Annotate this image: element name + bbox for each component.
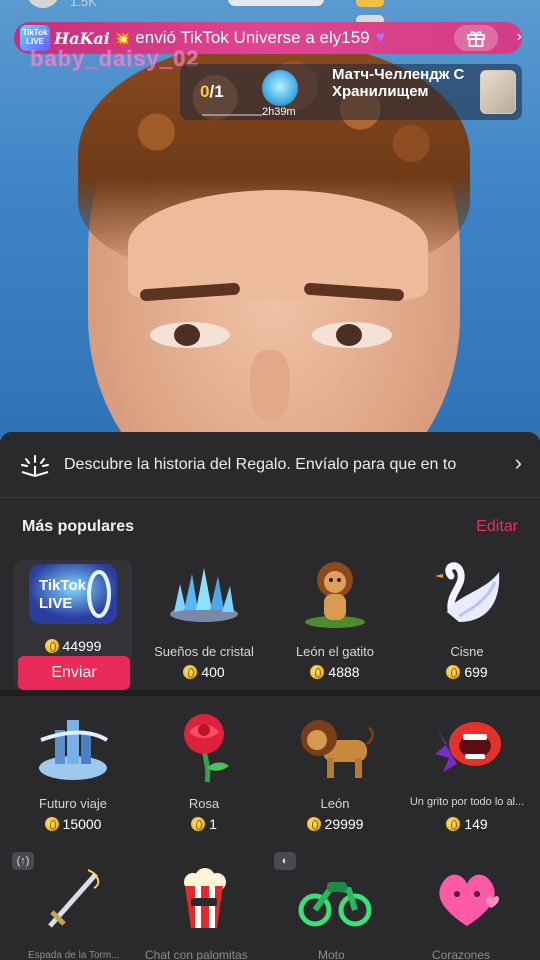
coin-icon [44, 639, 59, 653]
gift-icon[interactable] [454, 25, 498, 51]
book-sparkle-icon [21, 455, 49, 478]
coin-icon [191, 817, 206, 831]
viewer-count: 1.5K [70, 0, 97, 9]
motorcycle-icon [298, 882, 372, 927]
tiktok-logo-text: TikTok [39, 577, 87, 594]
gift-price: 44999 [14, 638, 132, 654]
coin-icon [183, 665, 198, 679]
tiktok-universe-icon: TikTok LIVE [29, 564, 117, 624]
lion-cub-icon [305, 562, 365, 628]
follow-pill[interactable] [228, 0, 324, 6]
crystal-crown-icon [170, 568, 238, 622]
gift-item-espada[interactable]: Espada de la Torm... [14, 858, 132, 960]
row-divider [0, 690, 540, 696]
gift-name: Futuro viaje [39, 796, 107, 811]
gift-story-banner[interactable]: Descubre la historia del Regalo. Envíalo… [0, 432, 540, 498]
gift-name: León [320, 796, 350, 811]
sword-icon [48, 869, 100, 928]
treasure-vault-icon [262, 70, 298, 106]
gift-item-un-grito[interactable]: Un grito por todo lo al... 149 [404, 706, 530, 832]
gift-name: Espada de la Torm... [28, 950, 120, 960]
gift-item-corazones[interactable]: Corazones [408, 858, 526, 960]
gift-price: 4888 [276, 664, 394, 680]
gift-price: 400 [145, 664, 263, 680]
streamer-nose [250, 350, 290, 420]
coin-icon [44, 817, 59, 831]
shouting-mouth-icon [435, 722, 501, 772]
banner-chevron-right-icon[interactable]: › [517, 28, 522, 46]
gift-item-rosa[interactable]: Rosa 1 [145, 706, 263, 832]
hearts-icon [439, 874, 499, 926]
streamer-forehead [128, 190, 428, 300]
live-video: 1.5K TikTok LIVE HaKai 💥 envió TikTok Un… [0, 0, 540, 440]
gift-story-text: Descubre la historia del Regalo. Envíalo… [64, 456, 457, 473]
coin-icon [310, 665, 325, 679]
gift-item-suenos-de-cristal[interactable]: Sueños de cristal 400 [145, 554, 263, 680]
gift-item-cisne[interactable]: Cisne 699 [408, 554, 526, 680]
popcorn-icon [184, 868, 226, 928]
match-challenge-widget[interactable]: 0/1 2h39m Матч-Челлендж С Хранилищем [180, 64, 522, 120]
coin-icon [446, 817, 461, 831]
lion-icon [301, 720, 374, 778]
top-ranking-badges[interactable] [356, 0, 426, 25]
ghost-username-overlay: baby_daisy_02 [30, 46, 200, 72]
purple-heart-icon: ♥ [375, 29, 386, 46]
banner-sender: HaKai [54, 28, 110, 48]
edit-button[interactable]: Editar [476, 518, 518, 536]
send-button[interactable]: Enviar [18, 656, 130, 690]
gift-name: Cisne [450, 644, 484, 659]
section-title: Más populares [22, 518, 135, 535]
right-eye [312, 322, 392, 348]
gift-item-futuro-viaje[interactable]: Futuro viaje 15000 [14, 706, 132, 832]
match-progress-track [202, 114, 262, 116]
rose-icon [184, 714, 229, 783]
gift-name: León el gatito [295, 644, 375, 659]
live-logo-text: LIVE [39, 595, 72, 612]
gift-price: 29999 [276, 816, 394, 832]
host-avatar[interactable] [26, 0, 60, 8]
gift-price: 1 [145, 816, 263, 832]
gift-item-leon[interactable]: León 29999 [276, 706, 394, 832]
gift-item-moto[interactable]: Moto [276, 858, 394, 960]
gift-price: 149 [404, 816, 530, 832]
sparkle-icon: 💥 [113, 29, 132, 46]
match-title: Матч-Челлендж С Хранилищем [332, 66, 465, 100]
gift-name: Moto [318, 948, 345, 960]
gift-item-chat-palomitas[interactable]: Chat con palomitas [145, 858, 263, 960]
gift-name: Sueños de cristal [154, 644, 254, 659]
future-city-icon [39, 720, 109, 780]
gift-price: 15000 [14, 816, 132, 832]
match-timer: 2h39m [262, 106, 296, 118]
gift-name: Corazones [432, 948, 491, 960]
gift-price: 699 [408, 664, 526, 680]
gift-name: Rosa [188, 796, 220, 811]
gift-name: Chat con palomitas [145, 948, 248, 960]
coin-icon [446, 665, 461, 679]
match-progress: 0/1 [200, 82, 224, 101]
swan-icon [435, 562, 500, 622]
left-eye [150, 322, 230, 348]
chevron-right-icon[interactable]: › [515, 450, 522, 476]
coin-icon [306, 817, 321, 831]
banner-message: envió TikTok Universe a ely159 [135, 28, 370, 47]
gift-name: Un grito por todo lo al... [409, 796, 525, 808]
match-reward-thumbnail [480, 70, 516, 114]
gift-item-leon-el-gatito[interactable]: León el gatito 4888 [276, 554, 394, 680]
